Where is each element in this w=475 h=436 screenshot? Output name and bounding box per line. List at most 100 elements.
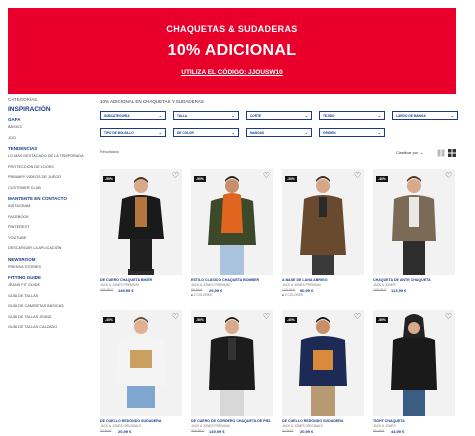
heart-icon[interactable]: ♡ [263,313,270,321]
sidebar-item[interactable]: GUÍA DE TALLAS CALZADO [8,325,90,329]
product-image[interactable] [100,169,182,275]
sidebar-heading-fitting[interactable]: FITTING GUIDE [8,275,90,280]
banner-code-link[interactable]: UTILIZA EL CÓDIGO: JJOUSW10 [8,69,456,76]
sidebar-item[interactable]: YOUTUBE [8,236,90,240]
heart-icon[interactable]: ♡ [172,172,179,180]
sidebar-item[interactable]: PRIMARY VIDEOS DE JUEGO [8,175,90,179]
product-image[interactable] [191,169,273,275]
sidebar-item[interactable]: PROTECCIÓN DE LOOKS [8,165,90,169]
filter-subcategoria[interactable]: SUBCATEGORÍA ⌄ [100,111,166,120]
discount-badge: -50% [194,317,206,323]
grid-2-view-icon[interactable] [437,149,445,157]
sidebar-item[interactable]: BÁSICS [8,125,90,129]
sidebar-heading-gafa[interactable]: GAFA [8,117,90,122]
discount-badge: -40% [376,176,388,182]
product-name[interactable]: DE CUELLO REDONDO SUDADERA [282,419,364,423]
sidebar-item[interactable]: CUSTOMER CLUB [8,186,90,190]
filter-talla[interactable]: TALLA ⌄ [173,111,239,120]
banner-discount: 10% ADICIONAL [167,42,297,59]
page-title: 10% ADICIONAL EN CHAQUETAS Y SUDADERAS [100,99,204,104]
sidebar-item[interactable]: JEANS FIT GUIDE [8,283,90,287]
sidebar-heading-newsroom[interactable]: NEWSROOM [8,257,90,262]
sale-price: 90,99 € [300,287,314,293]
product-brand: JACK & JONES PREMIUM [191,424,230,428]
product-name[interactable]: DE CUERO DE CORDERO CHAQUETA DE PIEL [191,419,273,423]
filter-label: TIPO DE BOLSILLO [104,131,134,136]
sidebar-item[interactable]: GUÍA DE TALLAS [8,294,90,298]
heart-icon[interactable]: ♡ [354,172,361,180]
product-image[interactable] [373,169,455,275]
heart-icon[interactable]: ♡ [354,313,361,321]
product-name[interactable]: CHAQUETA DE ANTE CHAQUETA [373,278,455,282]
product-image[interactable] [282,310,364,416]
promo-banner[interactable]: CHAQUETAS & SUDADERAS 10% ADICIONAL UTIL… [8,8,456,94]
heart-icon[interactable]: ♡ [445,172,452,180]
grid-4-view-icon[interactable] [448,149,456,157]
chevron-down-icon: ⌄ [377,112,381,118]
filter-label: SUBCATEGORÍA [104,114,130,119]
discount-badge: -50% [376,317,388,323]
product-image[interactable] [100,310,182,416]
sale-price: 113,99 € [391,287,407,293]
product-brand: JACK & JONES ORIGINALS [282,424,323,428]
filter-origen[interactable]: ORIGEN ⌄ [319,128,385,137]
heart-icon[interactable]: ♡ [445,313,452,321]
filter-label: LARGO DE MANGA [396,114,426,119]
sidebar-item[interactable]: INSTAGRAM [8,204,90,208]
product-image[interactable] [373,310,455,416]
sidebar-title: CATEGORÍAS [8,97,38,102]
product-name[interactable]: DE CUERO CHAQUETA BIKER [100,278,182,282]
product-name[interactable]: ESTILO CLÁSICO CHAQUETA BOMBER [191,278,273,282]
chevron-down-icon: ⌄ [231,112,235,118]
product-brand: JACK & JONES ORIGINALS [100,424,141,428]
product-name[interactable]: TIGHT CHAQUETA [373,419,455,423]
filter-color[interactable]: DE COLOR ⌄ [173,128,239,137]
sort-dropdown[interactable]: Clasificar por ⌄ [396,150,424,155]
old-price: 299,99 € [191,429,205,433]
category-sidebar: CATEGORÍAS INSPIRACIÓN GAFA BÁSICS JOG T… [8,97,90,336]
filter-tejido[interactable]: TEJIDO ⌄ [319,111,385,120]
product-image[interactable] [191,310,273,416]
discount-badge: -50% [194,176,206,182]
sidebar-item[interactable]: GUÍA DE CAMISETAS BÁSICAS [8,304,90,308]
filter-corte[interactable]: CORTE ⌄ [246,111,312,120]
sidebar-heading-contacto[interactable]: MANTENTE EN CONTACTO [8,196,90,201]
sidebar-heading-tendencias[interactable]: TENDENCIAS [8,146,90,151]
chevron-down-icon: ⌄ [231,129,235,135]
sidebar-item[interactable]: LO MÁS DESTACADO DE LA TEMPORADA [8,154,90,158]
sale-price: 44,99 € [391,428,405,434]
chevron-down-icon: ⌄ [420,150,424,155]
sale-price: 149,99 € [209,428,225,434]
discount-badge: -30% [285,176,297,182]
filter-tipo-bolsillo[interactable]: TIPO DE BOLSILLO ⌄ [100,128,166,137]
discount-badge: -40% [285,317,297,323]
sidebar-item[interactable]: FACEBOOK [8,215,90,219]
heart-icon[interactable]: ♡ [172,313,179,321]
product-brand: JACK & JONES PREMIUM [191,283,230,287]
sale-price: 20,99 € [118,428,132,434]
sidebar-item[interactable]: GUÍA DE TALLAS JEANS [8,315,90,319]
filter-label: MANGAS [250,131,265,136]
filter-largo-manga[interactable]: LARGO DE MANGA ⌄ [392,111,458,120]
old-price: 299,99 € [100,288,114,292]
old-price: 34,99 € [282,429,294,433]
discount-badge: -50% [103,176,115,182]
old-price: 89,99 € [373,429,385,433]
filter-label: TALLA [177,114,188,119]
chevron-down-icon: ⌄ [450,112,454,118]
sidebar-heading-inspiracion[interactable]: INSPIRACIÓN [8,106,90,113]
sort-label: Clasificar por [396,151,419,155]
product-name[interactable]: A BASE DE LANA ABRIGO [282,278,364,282]
sidebar-item[interactable]: JOG [8,136,90,140]
sale-price: 29,99 € [209,287,223,293]
sidebar-item[interactable]: DESCARGAR LA APLICACIÓN [8,246,90,250]
sidebar-item[interactable]: PINTEREST [8,225,90,229]
heart-icon[interactable]: ♡ [263,172,270,180]
filter-mangas[interactable]: MANGAS ⌄ [246,128,312,137]
sale-price: 149,99 € [118,287,134,293]
product-image[interactable] [282,169,364,275]
old-price: 59,99 € [191,288,203,292]
product-name[interactable]: DE CUELLO REDONDO SUDADERA [100,419,182,423]
sidebar-item[interactable]: PRENSA STORIES [8,265,90,269]
old-price: 189,99 € [373,288,387,292]
